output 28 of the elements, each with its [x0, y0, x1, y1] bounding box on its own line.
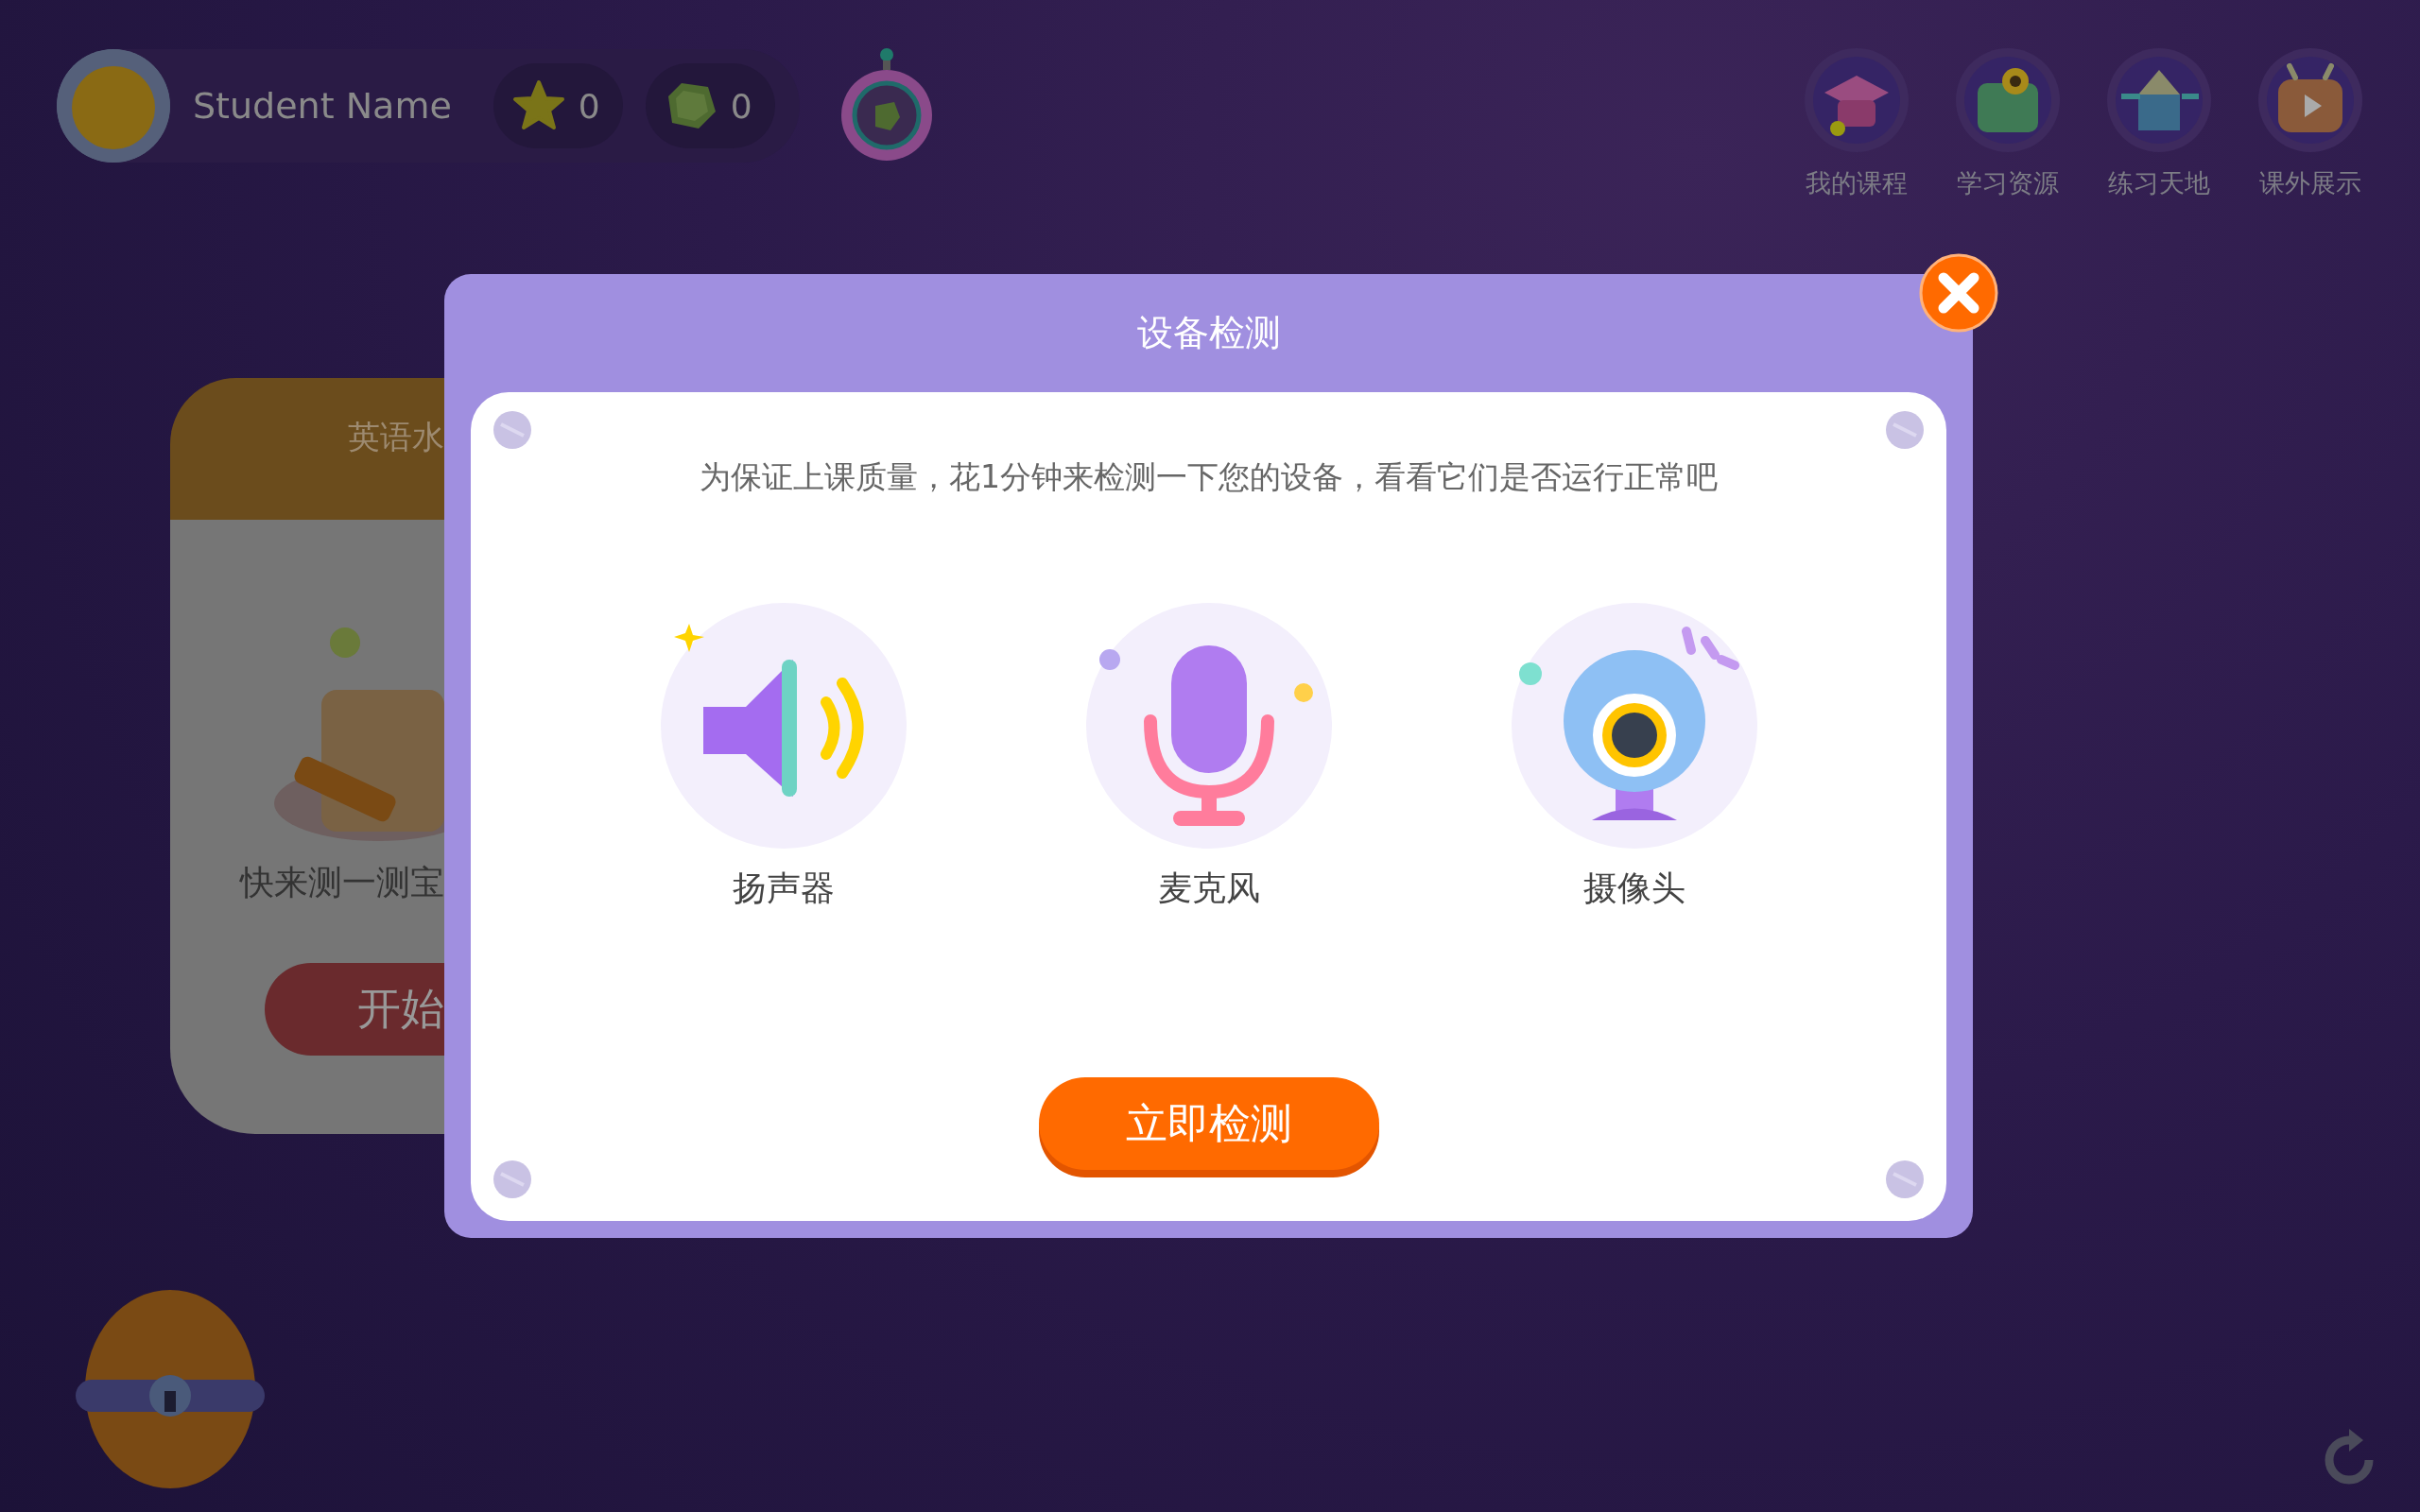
nav-item[interactable]: 学习资源 [1955, 47, 2061, 200]
screw-icon [493, 1160, 531, 1198]
dialog-title: 设备检测 [1135, 311, 1282, 355]
avatar-icon[interactable] [57, 49, 170, 163]
camera-icon[interactable] [1511, 603, 1757, 849]
star-count: 0 [578, 86, 600, 126]
device-label: 扬声器 [732, 868, 835, 909]
video-icon [2257, 47, 2363, 153]
gem-count: 0 [730, 86, 752, 126]
start-button[interactable]: 开始 [265, 963, 444, 1056]
card-title: 英语水 [348, 417, 444, 457]
course-icon [1804, 47, 1910, 153]
microphone-icon[interactable] [1085, 603, 1332, 849]
screw-icon [493, 411, 531, 449]
device-label: 麦克风 [1157, 868, 1260, 909]
screw-icon [1886, 411, 1924, 449]
speaker-icon[interactable] [660, 603, 907, 849]
star-icon [511, 79, 565, 132]
close-icon [1919, 253, 1998, 333]
nav-item[interactable]: 我的课程 [1804, 47, 1910, 200]
dialog-description: 为保证上课质量，花1分钟来检测一下您的设备，看看它们是否运行正常吧 [700, 457, 1718, 497]
student-name: Student Name [193, 85, 452, 127]
nav-item[interactable]: 练习天地 [2106, 47, 2212, 200]
device-label: 摄像头 [1582, 868, 1685, 909]
screw-icon [1886, 1160, 1924, 1198]
close-button[interactable] [1919, 253, 1998, 333]
card-text: 快来测一测宝 [240, 862, 444, 903]
nav-item[interactable]: 课外展示 [2257, 47, 2363, 200]
